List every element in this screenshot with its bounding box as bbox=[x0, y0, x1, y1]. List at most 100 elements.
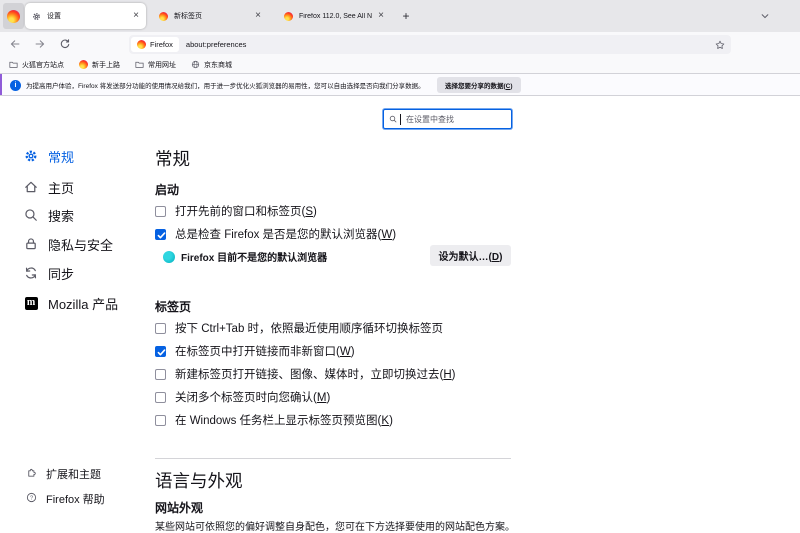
back-button[interactable] bbox=[8, 37, 22, 51]
sidebar-item-label: 搜索 bbox=[48, 206, 74, 225]
checkbox[interactable] bbox=[155, 415, 166, 426]
close-icon[interactable]: × bbox=[255, 11, 261, 21]
text-cursor bbox=[400, 114, 401, 125]
bookmark-label: 新手上路 bbox=[92, 60, 120, 70]
search-input[interactable] bbox=[404, 114, 506, 125]
brand-label: Firefox bbox=[150, 40, 173, 49]
startup-heading: 启动 bbox=[155, 181, 179, 198]
tab-settings[interactable]: 设置 × bbox=[25, 3, 146, 29]
close-icon[interactable]: × bbox=[378, 11, 384, 21]
infobar-message: 为提高用户体验，Firefox 将发送部分功能的使用情况给我们，用于进一步优化火… bbox=[26, 74, 425, 95]
checkbox-label: 关闭多个标签页时向您确认(M) bbox=[175, 389, 330, 405]
sidebar-item-general[interactable]: 常规 bbox=[24, 146, 74, 166]
checkbox[interactable] bbox=[155, 229, 166, 240]
tab-title: Firefox 112.0, See All New Fe bbox=[299, 13, 372, 20]
svg-text:?: ? bbox=[30, 496, 34, 502]
checkbox-row-open-links-in-tabs: 在标签页中打开链接而非新窗口(W) bbox=[155, 343, 355, 359]
firefox-icon bbox=[137, 40, 146, 49]
checkbox[interactable] bbox=[155, 369, 166, 380]
sidebar-item-privacy-security[interactable]: 隐私与安全 bbox=[24, 234, 113, 254]
website-appearance-description: 某些网站可依照您的偏好调整自身配色，您可在下方选择要使用的网站配色方案。 bbox=[155, 518, 515, 533]
checkbox-label: 按下 Ctrl+Tab 时，依照最近使用顺序循环切换标签页 bbox=[175, 320, 443, 336]
lock-icon bbox=[24, 237, 38, 251]
checkbox-row-confirm-close-tabs: 关闭多个标签页时向您确认(M) bbox=[155, 389, 330, 405]
sidebar-item-label: Firefox 帮助 bbox=[46, 491, 105, 507]
firefox-view-button[interactable] bbox=[3, 3, 24, 29]
bookmark-label: 常用网址 bbox=[148, 60, 176, 70]
browser-window: 设置 × 新标签页 × Firefox 112.0, See All New F… bbox=[0, 0, 800, 533]
checkbox-label: 打开先前的窗口和标签页(S) bbox=[175, 203, 317, 219]
firefox-icon bbox=[79, 60, 88, 69]
sidebar-item-home[interactable]: 主页 bbox=[24, 177, 74, 197]
help-icon: ? bbox=[26, 492, 37, 506]
site-identity-chip[interactable]: Firefox bbox=[131, 37, 179, 52]
reload-button[interactable] bbox=[58, 37, 72, 51]
gear-icon bbox=[32, 12, 41, 21]
bookmark-folder-firefox-official[interactable]: 火狐官方站点 bbox=[9, 60, 64, 70]
checkbox-row-switch-to-new-tab: 新建标签页打开链接、图像、媒体时，立即切换过去(H) bbox=[155, 366, 456, 382]
tabs-heading: 标签页 bbox=[155, 298, 191, 315]
firefox-icon bbox=[7, 10, 20, 23]
new-tab-button[interactable]: + bbox=[398, 8, 414, 24]
extensions-icon bbox=[26, 467, 37, 481]
sidebar-item-mozilla-products[interactable]: m Mozilla 产品 bbox=[24, 293, 118, 313]
bookmark-getting-started[interactable]: 新手上路 bbox=[79, 60, 120, 70]
settings-search-box[interactable] bbox=[383, 109, 512, 129]
close-icon[interactable]: × bbox=[133, 11, 139, 21]
checkbox-label: 在标签页中打开链接而非新窗口(W) bbox=[175, 343, 355, 359]
gear-icon bbox=[24, 149, 38, 163]
forward-arrow-icon bbox=[34, 38, 46, 50]
home-icon bbox=[24, 180, 38, 194]
firefox-grayscale-icon bbox=[163, 251, 175, 263]
sidebar-item-label: Mozilla 产品 bbox=[48, 294, 118, 313]
navigation-toolbar: Firefox about:preferences bbox=[0, 32, 800, 56]
bookmark-folder-common-sites[interactable]: 常用网址 bbox=[135, 60, 176, 70]
tab-title: 设置 bbox=[47, 11, 127, 21]
url-bar[interactable]: Firefox about:preferences bbox=[129, 35, 731, 54]
tab-bar: 设置 × 新标签页 × Firefox 112.0, See All New F… bbox=[0, 0, 800, 32]
list-all-tabs-button[interactable] bbox=[756, 8, 774, 24]
page-title: 常规 bbox=[155, 146, 190, 171]
sidebar-item-firefox-help[interactable]: ? Firefox 帮助 bbox=[26, 491, 105, 507]
default-browser-status-row: Firefox 目前不是您的默认浏览器 bbox=[163, 249, 327, 264]
sidebar-item-label: 主页 bbox=[48, 178, 74, 197]
checkbox-row-taskbar-previews: 在 Windows 任务栏上显示标签页预览图(K) bbox=[155, 412, 393, 428]
mozilla-icon: m bbox=[24, 297, 38, 310]
checkbox-row-ctrl-tab: 按下 Ctrl+Tab 时，依照最近使用顺序循环切换标签页 bbox=[155, 320, 443, 336]
folder-icon bbox=[135, 60, 144, 69]
default-browser-status: Firefox 目前不是您的默认浏览器 bbox=[181, 249, 327, 264]
forward-button[interactable] bbox=[33, 37, 47, 51]
bookmark-star-icon[interactable] bbox=[715, 40, 725, 50]
sidebar-item-search[interactable]: 搜索 bbox=[24, 205, 74, 225]
section-divider bbox=[155, 458, 511, 459]
tab-title: 新标签页 bbox=[174, 11, 249, 21]
make-default-button[interactable]: 设为默认…(D) bbox=[430, 245, 511, 266]
search-icon bbox=[24, 208, 38, 222]
search-icon bbox=[389, 115, 397, 123]
globe-icon bbox=[191, 60, 200, 69]
sidebar-item-label: 同步 bbox=[48, 264, 74, 283]
bookmark-label: 京东商城 bbox=[204, 60, 232, 70]
bookmark-jd[interactable]: 京东商城 bbox=[191, 60, 232, 70]
website-appearance-heading: 网站外观 bbox=[155, 499, 203, 516]
reload-icon bbox=[59, 38, 71, 50]
checkbox[interactable] bbox=[155, 206, 166, 217]
checkbox[interactable] bbox=[155, 346, 166, 357]
tab-firefox-whatsnew[interactable]: Firefox 112.0, See All New Fe × bbox=[277, 3, 391, 29]
folder-icon bbox=[9, 60, 18, 69]
tab-new-tab[interactable]: 新标签页 × bbox=[152, 3, 268, 29]
checkbox-row-restore-session: 打开先前的窗口和标签页(S) bbox=[155, 203, 317, 219]
sidebar-item-label: 常规 bbox=[48, 147, 74, 166]
firefox-icon bbox=[284, 12, 293, 21]
sidebar-item-label: 扩展和主题 bbox=[46, 466, 101, 482]
bookmark-label: 火狐官方站点 bbox=[22, 60, 64, 70]
checkbox[interactable] bbox=[155, 323, 166, 334]
checkbox[interactable] bbox=[155, 392, 166, 403]
checkbox-row-always-check-default: 总是检查 Firefox 是否是您的默认浏览器(W) bbox=[155, 226, 396, 242]
data-sharing-infobar: i 为提高用户体验，Firefox 将发送部分功能的使用情况给我们，用于进一步优… bbox=[0, 73, 800, 96]
sidebar-item-extensions-themes[interactable]: 扩展和主题 bbox=[26, 466, 101, 482]
choose-shared-data-button[interactable]: 选择您要分享的数据(C) bbox=[437, 77, 521, 93]
sync-icon bbox=[24, 266, 38, 280]
sidebar-item-sync[interactable]: 同步 bbox=[24, 263, 74, 283]
info-icon: i bbox=[10, 80, 21, 91]
